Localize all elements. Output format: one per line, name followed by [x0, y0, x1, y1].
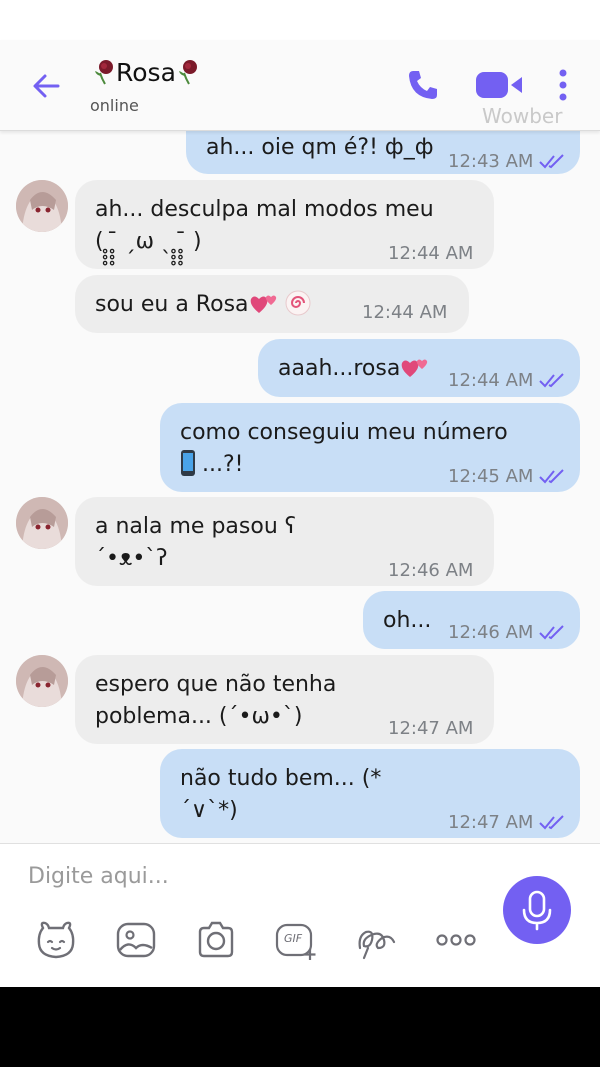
message-text: oh...	[383, 608, 432, 633]
avatar-image	[16, 497, 68, 549]
message-bubble-outgoing[interactable]: como conseguiu meu número ...?! 12:45 AM	[160, 403, 580, 492]
fish-cake-emoji-icon	[285, 290, 311, 316]
message-text: não tudo bem... (* ´∨`*)	[180, 766, 382, 823]
gif-icon[interactable]: GIF	[274, 918, 318, 962]
message-composer: Digite aqui... GIF	[0, 843, 600, 987]
status-bar	[0, 0, 600, 40]
message-time: 12:47 AM	[448, 807, 565, 839]
chat-header: Rosa online Wowber	[0, 40, 600, 131]
message-text: ah... oie qm é?! ф_ф	[206, 135, 434, 160]
message-list[interactable]: ah... oie qm é?! ф_ф 12:43 AM ah... desc…	[0, 130, 600, 843]
avatar[interactable]	[16, 180, 68, 232]
message-bubble-outgoing[interactable]: ah... oie qm é?! ф_ф 12:43 AM	[186, 130, 580, 174]
read-ticks-icon	[539, 373, 565, 388]
contact-title[interactable]: Rosa	[92, 58, 200, 87]
two-hearts-emoji-icon	[250, 295, 276, 313]
read-ticks-icon	[539, 154, 565, 169]
contact-status: online	[90, 96, 139, 115]
message-bubble-incoming[interactable]: a nala me pasou ʕ ´•ᴥ•`ʔ 12:46 AM	[75, 497, 494, 586]
message-input[interactable]: Digite aqui...	[28, 864, 169, 889]
bear-sticker-icon[interactable]	[34, 918, 78, 962]
avatar[interactable]	[16, 497, 68, 549]
more-horizontal-icon[interactable]	[434, 918, 478, 962]
video-camera-icon[interactable]	[475, 70, 523, 100]
image-icon[interactable]	[114, 918, 158, 962]
message-time: 12:44 AM	[388, 243, 474, 264]
mobile-phone-emoji-icon	[181, 450, 195, 476]
avatar-image	[16, 180, 68, 232]
watermark: Wowber	[482, 104, 563, 128]
message-time: 12:46 AM	[388, 560, 474, 581]
message-bubble-incoming[interactable]: ah... desculpa mal modos meu ( ̥̥̥ ̥̥̥̄ …	[75, 180, 494, 269]
read-ticks-icon	[539, 469, 565, 484]
gif-label: GIF	[284, 932, 303, 945]
message-time: 12:45 AM	[448, 461, 565, 493]
rose-emoji-icon	[95, 60, 113, 85]
message-time: 12:47 AM	[388, 718, 474, 739]
message-time: 12:44 AM	[362, 302, 448, 323]
two-hearts-emoji-icon	[402, 359, 428, 377]
camera-icon[interactable]	[194, 918, 238, 962]
read-ticks-icon	[539, 815, 565, 830]
message-bubble-outgoing[interactable]: não tudo bem... (* ´∨`*) 12:47 AM	[160, 749, 580, 838]
phone-icon[interactable]	[406, 68, 440, 102]
read-ticks-icon	[539, 625, 565, 640]
navigation-bar-area	[0, 987, 600, 1067]
message-time: 12:43 AM	[448, 146, 565, 178]
contact-name: Rosa	[116, 58, 176, 87]
avatar[interactable]	[16, 655, 68, 707]
message-time: 12:44 AM	[448, 365, 565, 397]
message-text: ah... desculpa mal modos meu ( ̥̥̥ ̥̥̥̄ …	[95, 197, 434, 254]
message-bubble-incoming[interactable]: sou eu a Rosa 12:44 AM	[75, 275, 469, 333]
microphone-icon	[522, 890, 552, 931]
message-time: 12:46 AM	[448, 617, 565, 649]
more-vertical-icon[interactable]	[558, 68, 568, 102]
message-text: a nala me pasou ʕ ´•ᴥ•`ʔ	[95, 514, 296, 571]
message-text: sou eu a Rosa	[95, 289, 311, 321]
message-text: espero que não tenha poblema... (´•ω•`)	[95, 672, 337, 729]
message-bubble-incoming[interactable]: espero que não tenha poblema... (´•ω•`) …	[75, 655, 494, 744]
message-bubble-outgoing[interactable]: oh... 12:46 AM	[363, 591, 580, 649]
message-bubble-outgoing[interactable]: aaah...rosa 12:44 AM	[258, 339, 580, 397]
message-text: aaah...rosa	[278, 353, 430, 385]
arrow-left-icon[interactable]	[30, 70, 62, 102]
chat-screen: Rosa online Wowber ah... oie qm é?! ф_ф …	[0, 0, 600, 987]
voice-message-button[interactable]	[503, 876, 571, 944]
doodle-icon[interactable]	[354, 918, 398, 962]
rose-emoji-icon	[178, 60, 197, 85]
avatar-image	[16, 655, 68, 707]
